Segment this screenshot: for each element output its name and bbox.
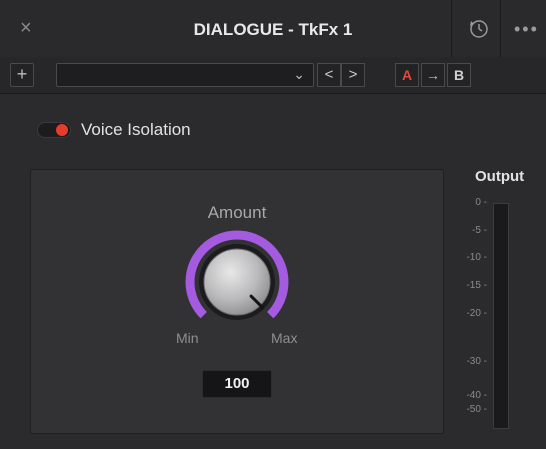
amount-value-field[interactable]: 100 <box>202 370 272 398</box>
amount-label: Amount <box>207 203 267 222</box>
meter-tick-label: -10 - <box>466 252 487 263</box>
compare-b-button[interactable]: B <box>447 63 471 87</box>
compare-a-button[interactable]: A <box>395 63 419 87</box>
meter-tick-label: -5 - <box>472 225 487 236</box>
amount-knob[interactable] <box>183 228 291 336</box>
output-meter <box>493 203 509 429</box>
meter-tick-label: -20 - <box>466 308 487 319</box>
add-preset-button[interactable]: + <box>10 63 34 87</box>
title-bar: × DIALOGUE - TkFx 1 ••• <box>0 0 546 58</box>
amount-panel: Amount Min Max 100 <box>30 169 444 434</box>
meter-tick-label: -15 - <box>466 280 487 291</box>
preset-toolbar: + ⌄ < > A → B <box>0 57 546 94</box>
voice-isolation-toggle[interactable] <box>37 122 71 138</box>
min-label: Min <box>176 330 199 346</box>
title-divider <box>451 0 452 57</box>
meter-tick-label: -50 - <box>466 404 487 415</box>
meter-tick-label: -40 - <box>466 390 487 401</box>
output-label: Output <box>475 168 525 185</box>
meter-tick-label: 0 - <box>475 197 487 208</box>
more-options-icon[interactable]: ••• <box>514 20 539 38</box>
window-title: DIALOGUE - TkFx 1 <box>193 20 353 39</box>
previous-preset-button[interactable]: < <box>317 63 341 87</box>
copy-a-to-b-button[interactable]: → <box>421 63 445 87</box>
voice-isolation-label: Voice Isolation <box>81 120 191 139</box>
meter-tick-label: -30 - <box>466 356 487 367</box>
max-label: Max <box>271 330 298 346</box>
title-divider <box>500 0 501 57</box>
toggle-indicator <box>56 124 68 136</box>
preset-dropdown[interactable]: ⌄ <box>56 63 314 87</box>
next-preset-button[interactable]: > <box>341 63 365 87</box>
chevron-down-icon: ⌄ <box>293 66 305 82</box>
reset-clock-icon[interactable] <box>468 18 490 40</box>
